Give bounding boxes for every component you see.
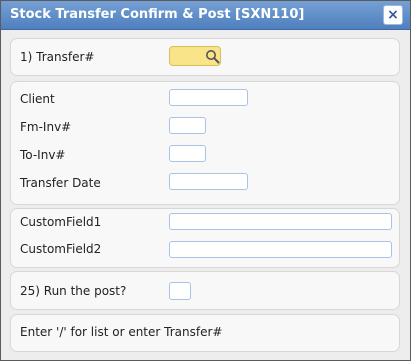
status-message: Enter '/' for list or enter Transfer# (20, 325, 223, 339)
close-button[interactable]: × (383, 5, 403, 25)
details-panel: Client Fm-Inv# To-Inv# Transfer Date (10, 81, 400, 205)
fm-inv-label: Fm-Inv# (20, 120, 72, 134)
transfer-number-input[interactable] (169, 46, 221, 66)
title-bar[interactable]: Stock Transfer Confirm & Post [SXN110] × (1, 1, 410, 30)
custom-field1-label: CustomField1 (20, 215, 102, 229)
close-icon: × (387, 7, 399, 23)
run-post-input[interactable] (169, 282, 191, 300)
run-post-panel: 25) Run the post? (10, 271, 400, 310)
to-inv-input[interactable] (169, 145, 206, 162)
run-post-label: 25) Run the post? (20, 284, 127, 298)
custom-field2-input[interactable] (169, 241, 392, 258)
custom-fields-panel: CustomField1 CustomField2 (10, 208, 400, 268)
search-icon[interactable] (205, 49, 220, 64)
fm-inv-input[interactable] (169, 117, 206, 134)
custom-field1-input[interactable] (169, 213, 392, 230)
client-input[interactable] (169, 89, 248, 106)
transfer-date-input[interactable] (169, 173, 248, 190)
stock-transfer-dialog: Stock Transfer Confirm & Post [SXN110] ×… (0, 0, 411, 361)
status-panel: Enter '/' for list or enter Transfer# (10, 314, 400, 352)
window-title: Stock Transfer Confirm & Post [SXN110] (10, 7, 305, 22)
transfer-panel: 1) Transfer# (10, 38, 400, 76)
transfer-date-label: Transfer Date (20, 176, 101, 190)
transfer-label: 1) Transfer# (20, 50, 95, 64)
client-label: Client (20, 92, 55, 106)
custom-field2-label: CustomField2 (20, 242, 102, 256)
to-inv-label: To-Inv# (20, 148, 66, 162)
